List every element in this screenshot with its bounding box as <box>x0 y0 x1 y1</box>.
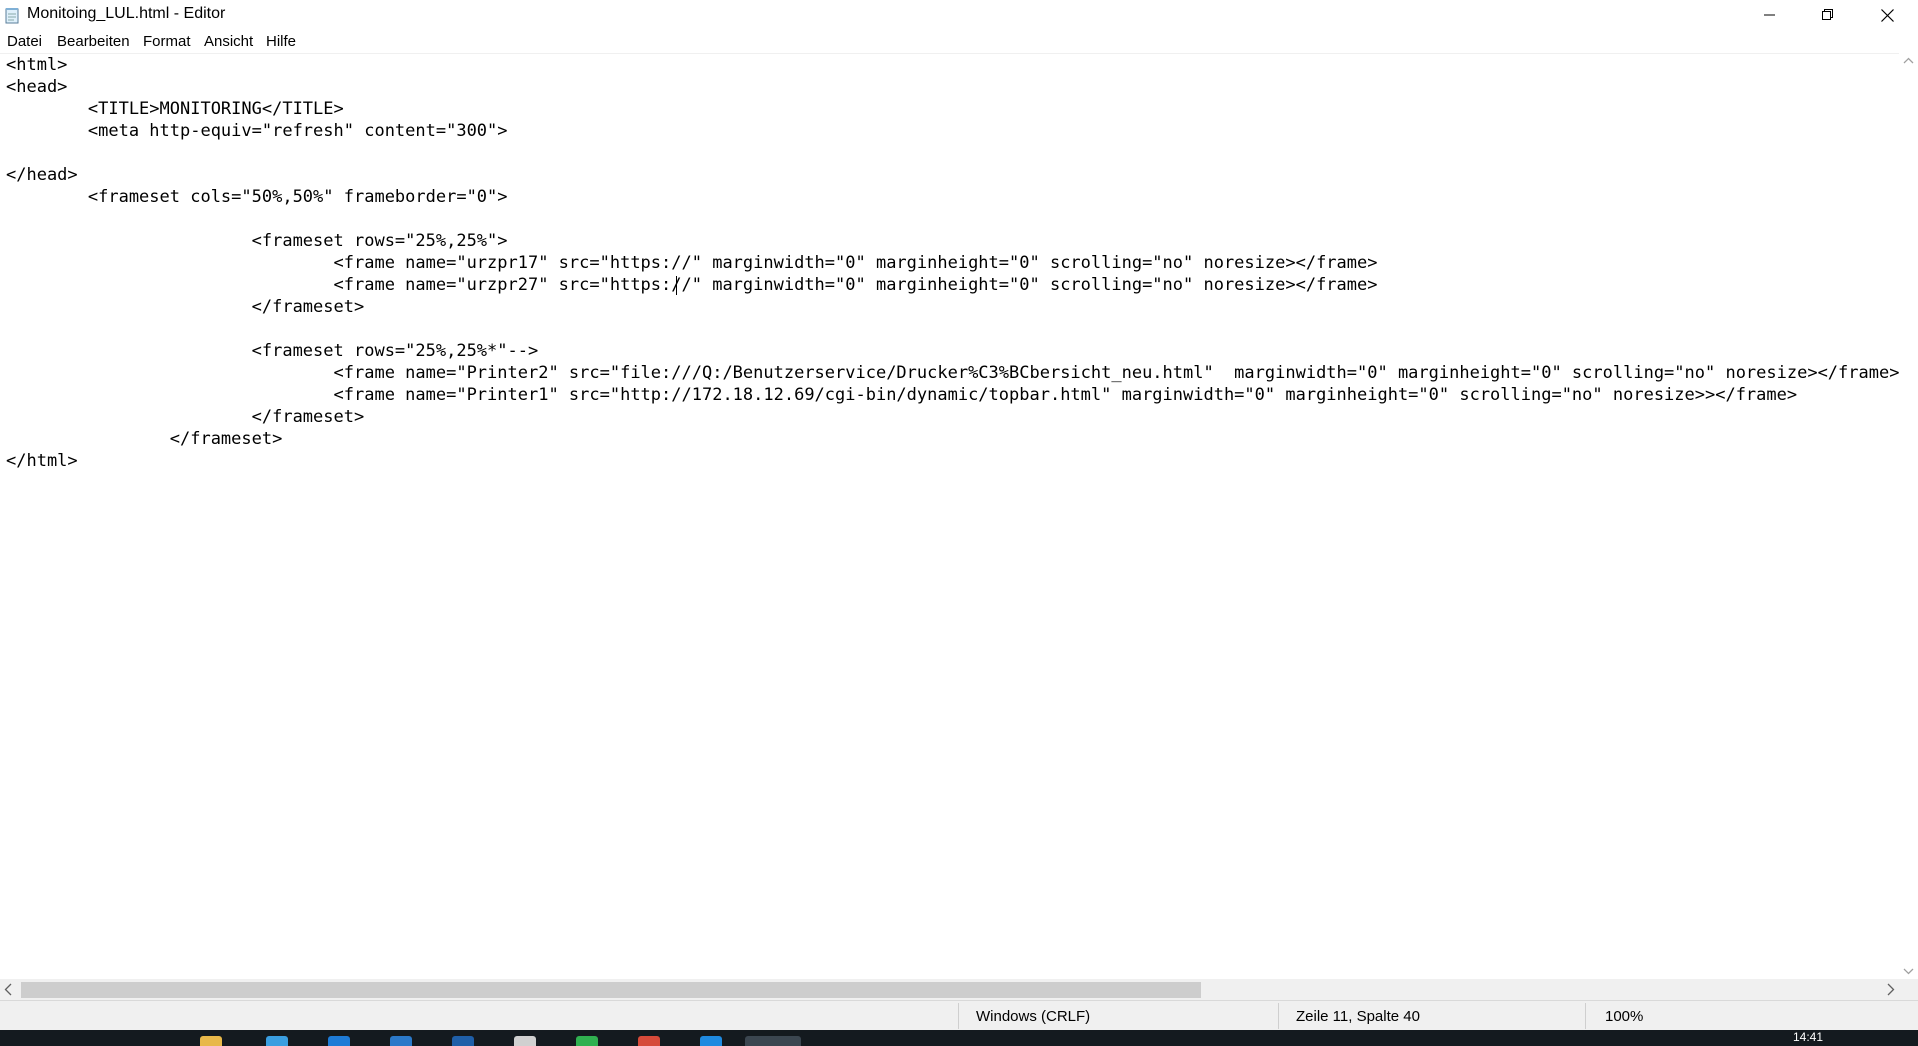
app-icon[interactable] <box>514 1036 536 1046</box>
code-line: <meta http-equiv="refresh" content="300"… <box>6 121 508 141</box>
browser-icon[interactable] <box>328 1036 350 1046</box>
scroll-right-icon[interactable] <box>1887 983 1895 996</box>
menu-bearbeiten[interactable]: Bearbeiten <box>57 33 130 50</box>
code-line: </frameset> <box>6 407 365 427</box>
code-line: <frame name="Printer2" src="file:///Q:/B… <box>6 363 1899 383</box>
menu-datei[interactable]: Datei <box>7 33 42 50</box>
scrollbar-corner <box>1899 979 1918 1000</box>
mail-icon[interactable] <box>390 1036 412 1046</box>
clock-time[interactable]: 14:41 <box>1793 1030 1823 1044</box>
scroll-left-icon[interactable] <box>4 983 12 996</box>
status-cursor-position: Zeile 11, Spalte 40 <box>1296 1008 1420 1025</box>
title-bar: Monitoing_LUL.html - Editor <box>0 0 1918 30</box>
minimize-button[interactable] <box>1741 0 1799 30</box>
restore-icon <box>1822 9 1833 20</box>
code-line: <frameset rows="25%,25%*"--> <box>6 341 539 361</box>
vertical-scrollbar[interactable] <box>1899 53 1918 979</box>
app-icon[interactable] <box>638 1036 660 1046</box>
close-icon <box>1881 8 1894 22</box>
folder-icon[interactable] <box>200 1036 222 1046</box>
code-line: </head> <box>6 165 78 185</box>
status-divider <box>1278 1003 1279 1029</box>
code-line: <TITLE>MONITORING</TITLE> <box>6 99 344 119</box>
menu-bar: Datei Bearbeiten Format Ansicht Hilfe <box>0 30 1918 52</box>
menu-format[interactable]: Format <box>143 33 191 50</box>
restore-button[interactable] <box>1799 0 1857 30</box>
notepad-taskbar-icon[interactable] <box>745 1036 801 1046</box>
menu-hilfe[interactable]: Hilfe <box>266 33 296 50</box>
code-line: <frame name="urzpr17" src="https://" mar… <box>6 253 1378 273</box>
code-line: </frameset> <box>6 429 283 449</box>
code-line: <frameset cols="50%,50%" frameborder="0"… <box>6 187 508 207</box>
app-icon[interactable] <box>266 1036 288 1046</box>
horizontal-scroll-thumb[interactable] <box>21 982 1201 998</box>
code-line: </frameset> <box>6 297 365 317</box>
code-line: </html> <box>6 451 78 471</box>
taskbar: 14:41 <box>0 1030 1918 1046</box>
code-line: <frameset rows="25%,25%"> <box>6 231 508 251</box>
status-zoom: 100% <box>1605 1008 1644 1025</box>
status-encoding: Windows (CRLF) <box>976 1008 1091 1025</box>
chat-icon[interactable] <box>576 1036 598 1046</box>
app-icon[interactable] <box>452 1036 474 1046</box>
status-bar: Windows (CRLF) Zeile 11, Spalte 40 100% <box>0 1000 1918 1031</box>
code-line: <frame name="Printer1" src="http://172.1… <box>6 385 1798 405</box>
scroll-down-icon[interactable] <box>1903 968 1914 975</box>
code-line: <frame name="urzpr27" src="https://" mar… <box>6 275 1378 295</box>
text-editor-area[interactable]: <html> <head> <TITLE>MONITORING</TITLE> … <box>0 53 1899 980</box>
text-caret <box>676 276 677 295</box>
minimize-icon <box>1764 14 1775 16</box>
scroll-up-icon[interactable] <box>1903 57 1914 64</box>
horizontal-scrollbar[interactable] <box>0 979 1899 1000</box>
status-divider <box>1585 1003 1586 1029</box>
status-divider <box>958 1003 959 1029</box>
app-icon[interactable] <box>700 1036 722 1046</box>
close-button[interactable] <box>1857 0 1918 30</box>
code-line: <head> <box>6 77 68 97</box>
window-title: Monitoing_LUL.html - Editor <box>27 5 226 22</box>
code-line: <html> <box>6 55 68 75</box>
notepad-icon <box>5 8 19 24</box>
menu-ansicht[interactable]: Ansicht <box>204 33 253 50</box>
